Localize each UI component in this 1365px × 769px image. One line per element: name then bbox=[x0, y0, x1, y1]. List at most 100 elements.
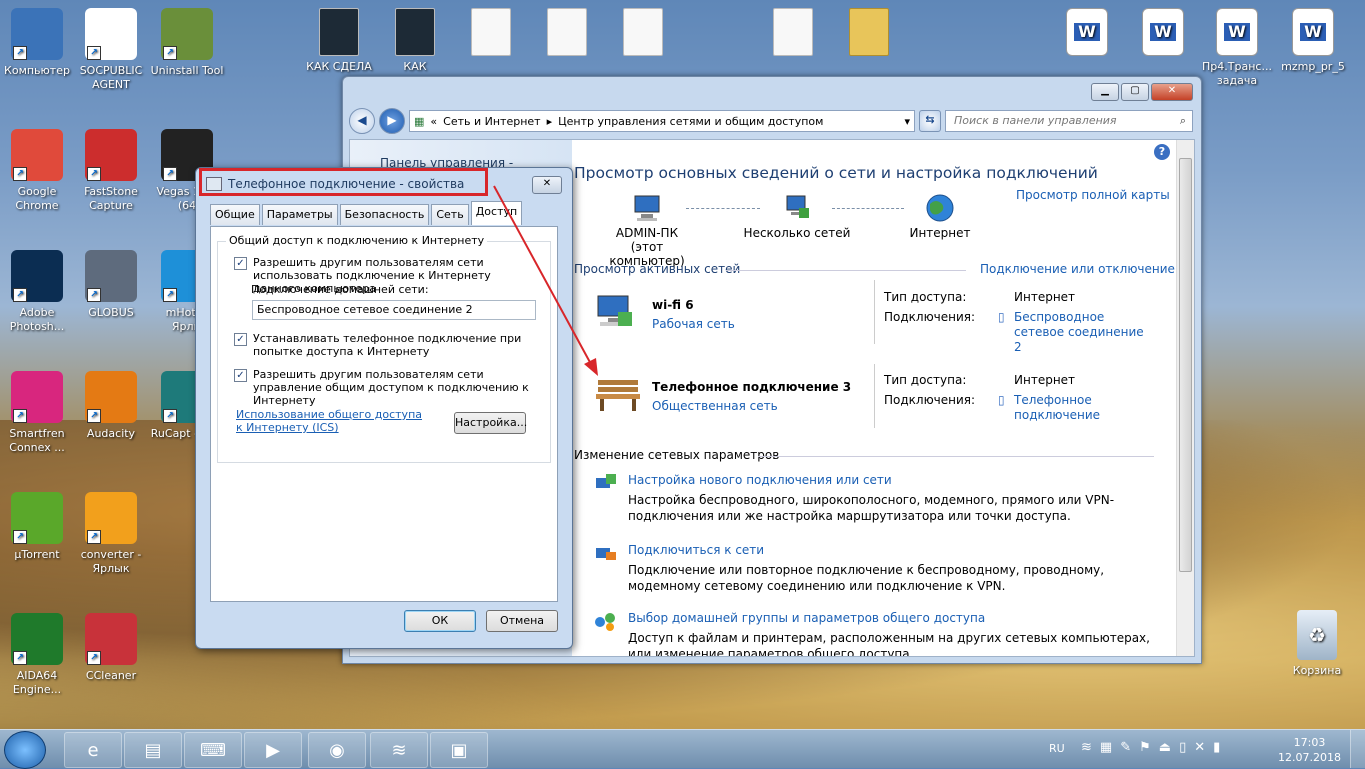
refresh-button[interactable]: ⇆ bbox=[919, 110, 941, 132]
desktop-icon[interactable]: ↗ GLOBUS bbox=[74, 250, 148, 320]
youtube-icon bbox=[395, 8, 435, 56]
clock[interactable]: 17:03 12.07.2018 bbox=[1278, 735, 1341, 765]
desktop-icon[interactable]: ↗ AIDA64 Engine... bbox=[0, 613, 74, 697]
desktop-icon[interactable]: ↗ Компьютер bbox=[0, 8, 74, 78]
connect-disconnect-link[interactable]: Подключение или отключение bbox=[980, 262, 1175, 276]
connection-link[interactable]: Беспроводное сетевое соединение 2 bbox=[1014, 310, 1154, 355]
back-button[interactable]: ◀ bbox=[349, 108, 375, 134]
minimize-button[interactable]: ▁ bbox=[1091, 83, 1119, 101]
connections-label: Подключения: bbox=[884, 393, 976, 407]
pen-tray-icon[interactable]: ✎ bbox=[1120, 740, 1131, 755]
checkbox-checked-icon[interactable]: ✓ bbox=[234, 333, 247, 346]
map-node-internet[interactable]: Интернет bbox=[900, 194, 980, 240]
desktop-file[interactable] bbox=[756, 8, 830, 60]
document-icon bbox=[623, 8, 663, 56]
scrollbar-thumb[interactable] bbox=[1179, 158, 1192, 572]
desktop-file[interactable]: КАК СДЕЛА bbox=[302, 8, 376, 74]
desktop-icon-recycle-bin[interactable]: ♻ Корзина bbox=[1280, 610, 1354, 678]
desktop-icon[interactable]: ↗ SOCPUBLIC AGENT bbox=[74, 8, 148, 92]
desktop-icon-label: Пр4.Транс... задача bbox=[1202, 60, 1272, 87]
desktop-icon-label: FastStone Capture bbox=[84, 185, 138, 212]
desktop-file[interactable] bbox=[832, 8, 906, 60]
desktop-icon[interactable]: ↗ Google Chrome bbox=[0, 129, 74, 213]
network-name: wi-fi 6 bbox=[652, 298, 694, 312]
computer-icon bbox=[631, 194, 663, 222]
wifi-icon[interactable]: ≋ bbox=[370, 732, 428, 768]
network-tray-icon[interactable]: ≋ bbox=[1081, 740, 1092, 755]
address-bar[interactable]: ▦ « Сеть и Интернет ▸ Центр управления с… bbox=[409, 110, 915, 132]
usb-tray-icon[interactable]: ⏏ bbox=[1159, 740, 1171, 755]
desktop-icon[interactable]: ↗ FastStone Capture bbox=[74, 129, 148, 213]
checkbox-checked-icon[interactable]: ✓ bbox=[234, 257, 247, 270]
search-input[interactable]: Поиск в панели управления ⌕ bbox=[945, 110, 1193, 132]
desktop-icon-label: Google Chrome bbox=[15, 185, 59, 212]
desktop-icon[interactable]: ↗ Smartfren Connex ... bbox=[0, 371, 74, 455]
desktop-file[interactable]: КАК bbox=[378, 8, 452, 74]
media-player-icon[interactable]: ▶ bbox=[244, 732, 302, 768]
desktop-file[interactable] bbox=[606, 8, 680, 60]
language-indicator[interactable]: RU bbox=[1049, 742, 1065, 755]
task-connect: Подключиться к сети Подключение или повт… bbox=[628, 542, 1168, 594]
shortcut-arrow-icon: ↗ bbox=[13, 46, 27, 60]
breadcrumb-separator: ▸ bbox=[546, 114, 553, 128]
access-type-label: Тип доступа: bbox=[884, 373, 967, 387]
globe-icon bbox=[924, 194, 956, 222]
ics-help-link[interactable]: Использование общего доступа к Интернету… bbox=[236, 408, 426, 434]
shortcut-arrow-icon: ↗ bbox=[87, 288, 101, 302]
chrome-icon[interactable]: ◉ bbox=[308, 732, 366, 768]
map-node-networks[interactable]: Несколько сетей bbox=[742, 194, 852, 240]
search-icon[interactable]: ⌕ bbox=[1180, 111, 1186, 131]
start-button[interactable] bbox=[4, 731, 46, 769]
signal-tray-icon[interactable]: ▮ bbox=[1213, 740, 1220, 755]
desktop-file[interactable]: W bbox=[1126, 8, 1200, 60]
desktop-icon[interactable]: ↗ converter - Ярлык bbox=[74, 492, 148, 576]
task-link[interactable]: Подключиться к сети bbox=[628, 542, 1168, 558]
desktop-file[interactable] bbox=[454, 8, 528, 60]
keyboard-icon[interactable]: ⌨ bbox=[184, 732, 242, 768]
desktop-icon[interactable]: ↗ Uninstall Tool bbox=[150, 8, 224, 78]
explorer-icon[interactable]: ▤ bbox=[124, 732, 182, 768]
desktop-icon[interactable]: ↗ Audacity bbox=[74, 371, 148, 441]
map-node-computer[interactable]: ADMIN-ПК (этот компьютер) bbox=[602, 194, 692, 268]
tab-network[interactable]: Сеть bbox=[431, 204, 469, 225]
network-manager-icon[interactable]: ▣ bbox=[430, 732, 488, 768]
drive-tray-icon[interactable]: ▦ bbox=[1100, 740, 1112, 755]
checkbox-checked-icon[interactable]: ✓ bbox=[234, 369, 247, 382]
address-dropdown-icon[interactable]: ▾ bbox=[904, 115, 910, 128]
cancel-button[interactable]: Отмена bbox=[486, 610, 558, 632]
ie-icon[interactable]: e bbox=[64, 732, 122, 768]
shortcut-arrow-icon: ↗ bbox=[163, 46, 177, 60]
close-button[interactable]: ✕ bbox=[1151, 83, 1193, 101]
desktop-icon-label: SOCPUBLIC AGENT bbox=[79, 64, 143, 91]
connection-link[interactable]: Телефонное подключение bbox=[1014, 393, 1134, 423]
breadcrumb-overflow[interactable]: « bbox=[430, 115, 437, 128]
task-link[interactable]: Настройка нового подключения или сети bbox=[628, 472, 1168, 488]
tab-security[interactable]: Безопасность bbox=[339, 204, 430, 225]
new-connection-icon bbox=[594, 474, 616, 494]
forward-button[interactable]: ▶ bbox=[379, 108, 405, 134]
desktop-icon[interactable]: ↗ µTorrent bbox=[0, 492, 74, 562]
task-link[interactable]: Выбор домашней группы и параметров общег… bbox=[628, 610, 1168, 626]
breadcrumb-network-internet[interactable]: Сеть и Интернет bbox=[443, 115, 540, 128]
show-desktop-button[interactable] bbox=[1350, 730, 1365, 768]
network-type-link[interactable]: Рабочая сеть bbox=[652, 317, 735, 331]
flag-tray-icon[interactable]: ⚑ bbox=[1139, 740, 1151, 755]
tab-general[interactable]: Общие bbox=[210, 204, 260, 225]
breadcrumb-network-center[interactable]: Центр управления сетями и общим доступом bbox=[558, 115, 823, 128]
desktop-file[interactable]: Wmzmp_pr_5 bbox=[1276, 8, 1350, 74]
shortcut-arrow-icon: ↗ bbox=[13, 651, 27, 665]
help-icon[interactable]: ? bbox=[1154, 144, 1170, 160]
desktop-icon[interactable]: ↗ Adobe Photosh... bbox=[0, 250, 74, 334]
desktop-file[interactable]: W bbox=[1050, 8, 1124, 60]
ok-button[interactable]: ОК bbox=[404, 610, 476, 632]
network-type-link[interactable]: Общественная сеть bbox=[652, 399, 778, 413]
desktop-file[interactable] bbox=[530, 8, 604, 60]
vertical-scrollbar[interactable] bbox=[1176, 140, 1194, 656]
volume-muted-icon[interactable]: ✕ bbox=[1194, 740, 1205, 755]
desktop-icon[interactable]: ↗ CCleaner bbox=[74, 613, 148, 683]
maximize-button[interactable]: ▢ bbox=[1121, 83, 1149, 101]
desktop-file[interactable]: W Пр4.Транс... задача bbox=[1200, 8, 1274, 88]
tab-options[interactable]: Параметры bbox=[261, 204, 338, 225]
settings-button[interactable]: Настройка... bbox=[454, 412, 527, 434]
device-tray-icon[interactable]: ▯ bbox=[1179, 740, 1186, 755]
